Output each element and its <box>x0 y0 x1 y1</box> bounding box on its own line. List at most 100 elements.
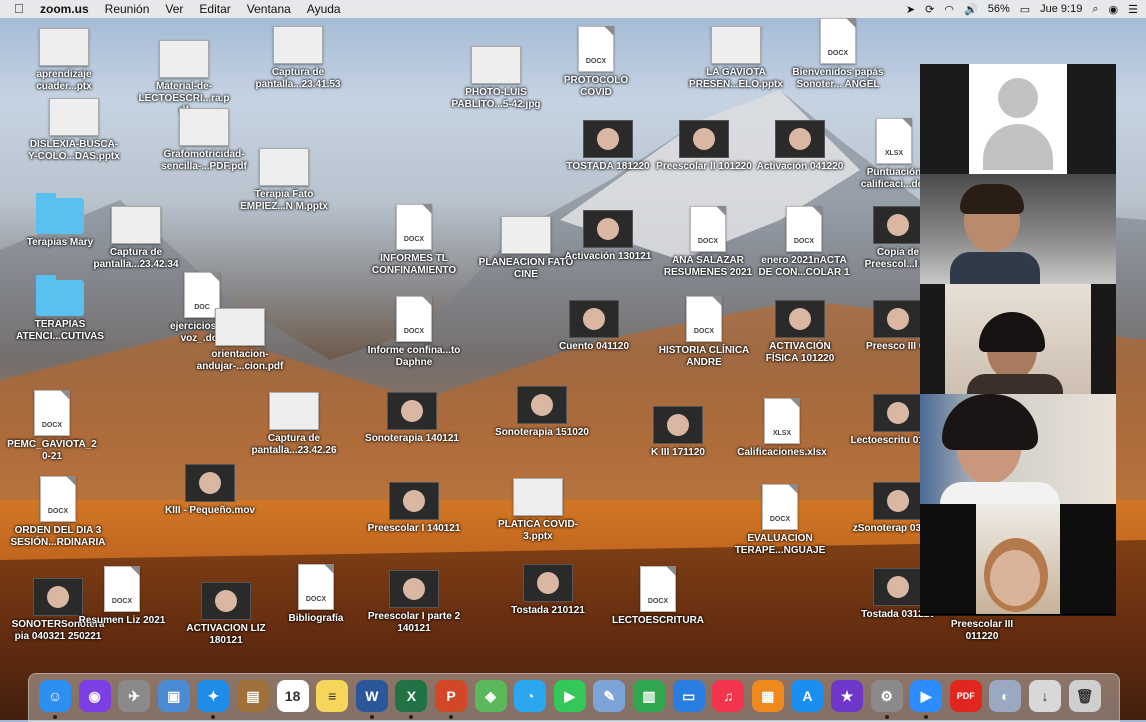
messages-icon[interactable]: ◔ <box>514 680 547 712</box>
safari-icon[interactable]: ✦ <box>197 680 230 712</box>
desktop-icon[interactable]: DOCX PROTOCOLO COVID <box>548 26 644 99</box>
desktop-icon[interactable]: K III 171120 <box>630 406 726 459</box>
maps-icon[interactable]: ◈ <box>474 680 507 712</box>
desktop-icon-label: Preescolar I 140121 <box>367 523 461 534</box>
video-thumbnail-icon <box>569 300 619 338</box>
desktop-icon[interactable]: DOCX ORDEN DEL DIA 3 SESIÓN...RDINARIA <box>10 476 106 549</box>
desktop-icon[interactable]: Sonoterapia 151020 <box>494 386 590 439</box>
video-tile-woman-1[interactable] <box>920 284 1116 395</box>
calendar-icon[interactable]: 18 <box>276 680 309 712</box>
document-icon: XLSX <box>876 118 912 164</box>
file-preview-icon <box>513 478 563 516</box>
desktop-icon-label: Preescolar III 011220 <box>950 619 1014 642</box>
video-thumbnail-icon <box>583 120 633 158</box>
video-tile-child-2[interactable] <box>920 504 1116 615</box>
desktop-icon-label: PEMC_GAVIOTA_2 0-21 <box>7 439 97 462</box>
video-tile-no-camera[interactable] <box>920 64 1116 175</box>
file-type-badge: DOCX <box>693 328 715 335</box>
file-type-badge: DOCX <box>47 508 69 515</box>
desktop-icon[interactable]: Preescolar I 140121 <box>366 482 462 535</box>
file-type-badge: DOCX <box>585 58 607 65</box>
desktop-icon[interactable]: TERAPIAS ATENCI...CUTIVAS <box>12 275 108 343</box>
file-preview-icon <box>179 108 229 146</box>
zoom-gallery-panel[interactable] <box>920 64 1116 616</box>
desktop-icon[interactable]: KIII - Pequeño.mov <box>162 464 258 517</box>
system-preferences-icon[interactable]: ⚙ <box>870 680 903 712</box>
excel-icon[interactable]: X <box>395 680 428 712</box>
desktop-icon[interactable]: DOCX Bibliografía <box>268 564 364 625</box>
preview-icon[interactable]: ▣ <box>157 680 190 712</box>
desktop-icon[interactable]: Captura de pantalla...23.42.34 <box>88 206 184 271</box>
pdf-icon[interactable]: PDF <box>949 680 982 712</box>
numbers-icon[interactable]: ▥ <box>633 680 665 712</box>
desktop-icon[interactable]: Cuento 041120 <box>546 300 642 353</box>
desktop-icon[interactable]: DOCX LECTOESCRITURA <box>610 566 706 627</box>
desktop-icon[interactable]: XLSX Calificaciones.xlsx <box>734 398 830 459</box>
document-icon: DOCX <box>786 206 822 252</box>
file-type-badge: DOCX <box>403 328 425 335</box>
trash-icon[interactable]: 🗑 <box>1068 680 1101 712</box>
desktop-icon[interactable]: orientacion-andujar-...cion.pdf <box>192 308 288 373</box>
video-thumbnail-icon <box>873 300 923 338</box>
desktop-icon[interactable]: PLATICA COVID-3.pptx <box>490 478 586 543</box>
zoom-icon[interactable]: ▶ <box>910 680 943 712</box>
music-icon[interactable]: ♫ <box>712 680 745 712</box>
desktop-icon[interactable]: ACTIVACIÓN FÍSICA 101220 <box>752 300 848 365</box>
keynote-icon[interactable]: ▭ <box>672 680 705 712</box>
desktop-icon-label: Resumen Liz 2021 <box>78 615 166 626</box>
desktop-icon[interactable]: DOCX ANA SALAZAR RESUMENES 2021 <box>660 206 756 279</box>
desktop-icon[interactable]: DOCX enero 2021nACTA DE CON...COLAR 1 <box>756 206 852 279</box>
desktop-icon-label: LECTOESCRITURA <box>611 615 705 626</box>
video-tile-woman-2[interactable] <box>920 394 1116 505</box>
document-icon: DOCX <box>690 206 726 252</box>
desktop-icon[interactable]: Captura de pantalla...23.41.53 <box>250 26 346 91</box>
video-tile-child[interactable] <box>920 174 1116 285</box>
books-icon[interactable]: ▦ <box>751 680 784 712</box>
desktop-icon-label: Tostada 210121 <box>511 605 585 616</box>
desktop-icon[interactable]: Tostada 210121 <box>500 564 596 617</box>
finder-icon[interactable]: ☺ <box>39 680 71 712</box>
desktop-icon[interactable]: Preescolar I parte 2 140121 <box>366 570 462 635</box>
desktop-icon[interactable]: DOCX Resumen Liz 2021 <box>74 566 170 627</box>
stickies-icon[interactable]: ✎ <box>593 680 626 712</box>
video-thumbnail-icon <box>873 394 923 432</box>
desktop-icon-label: DISLEXIA-BUSCA-Y-COLO...DAS.pptx <box>28 139 120 162</box>
desktop-icon-label: Bibliografía <box>288 613 344 624</box>
desktop-icon[interactable]: Captura de pantalla...23.42.26 <box>246 392 342 457</box>
launchpad-icon[interactable]: ✈ <box>118 680 151 712</box>
desktop-icon[interactable]: TOSTADA 181220 <box>560 120 656 173</box>
desktop-icon[interactable]: DISLEXIA-BUSCA-Y-COLO...DAS.pptx <box>26 98 122 163</box>
desktop-icon[interactable]: Preescolar II 101220 <box>656 120 752 173</box>
desktop-icon[interactable]: Terapia Fato EMPIEZ...N M.pptx <box>236 148 332 213</box>
desktop-icon[interactable]: DOCX INFORMES TL CONFINAMIENTO <box>366 204 462 277</box>
desktop-icon[interactable]: DOCX HISTORIA CLÍNICA ANDRE <box>656 296 752 369</box>
photo-browser-icon[interactable]: ◐ <box>989 680 1022 712</box>
desktop-icon-label: PHOTO-LUIS PABLITO...5-42.jpg <box>451 87 541 110</box>
running-indicator <box>211 715 216 719</box>
desktop-icon[interactable]: Sonoterapia 140121 <box>364 392 460 445</box>
powerpoint-icon[interactable]: P <box>435 680 467 712</box>
desktop-icon[interactable]: aprendizaje cuader...ptx <box>16 28 112 93</box>
document-icon: DOCX <box>396 296 432 342</box>
word-icon[interactable]: W <box>355 680 388 712</box>
imovie-icon[interactable]: ★ <box>831 680 863 712</box>
desktop-icon[interactable]: Material-de-LECTOESCRI...ra.pdf <box>136 40 232 117</box>
document-icon: DOCX <box>104 566 140 612</box>
desktop-icon[interactable]: Activación 130121 <box>560 210 656 263</box>
desktop-icon[interactable]: Activación 041220 <box>752 120 848 173</box>
desktop-icon[interactable]: DOCX EVALUACION TERAPE...NGUAJE <box>732 484 828 557</box>
desktop-icon[interactable]: DOCX PEMC_GAVIOTA_2 0-21 <box>4 390 100 463</box>
app-store-icon[interactable]: A <box>791 680 824 712</box>
desktop-icon-label: PROTOCOLO COVID <box>563 75 629 98</box>
desktop-icon[interactable]: PHOTO-LUIS PABLITO...5-42.jpg <box>448 46 544 111</box>
desktop-icon[interactable]: DOCX Bienvenidos papás Sonoter... ANGEL <box>790 18 886 91</box>
siri-icon[interactable]: ◉ <box>78 680 111 712</box>
downloads-icon[interactable]: ↓ <box>1029 680 1061 712</box>
notes-icon[interactable]: ≡ <box>316 680 349 712</box>
desktop-icon[interactable]: ACTIVACION LIZ 180121 <box>178 582 274 647</box>
notes-brown-icon[interactable]: ▤ <box>237 680 269 712</box>
facetime-icon[interactable]: ▶ <box>553 680 586 712</box>
document-icon: DOCX <box>640 566 676 612</box>
desktop-icon[interactable]: DOCX Informe confina...to Daphne <box>366 296 462 369</box>
desktop-icon[interactable]: LA GAVIOTA PRESEN...ELO.pptx <box>688 26 784 91</box>
